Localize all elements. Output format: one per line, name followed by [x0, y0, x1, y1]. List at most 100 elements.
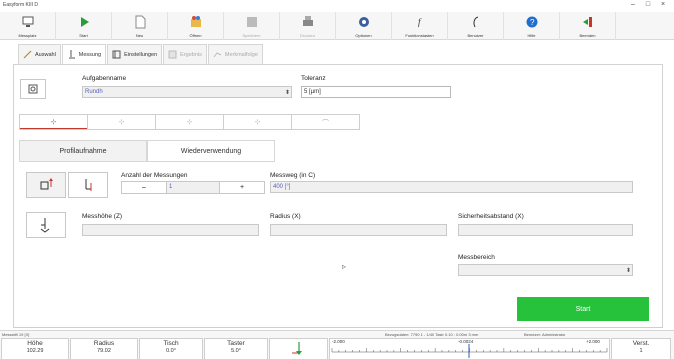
toolbar-label: Benutzer	[467, 33, 484, 38]
toolbar-user-button[interactable]: Benutzer	[448, 12, 504, 40]
radius-label: Radius (X)	[270, 213, 301, 220]
toolbar-label: Hilfe	[527, 33, 536, 38]
measuring-path-field[interactable]: 400 [°]	[270, 181, 633, 193]
status-probe-text: Messstift 19 [X]	[2, 332, 30, 337]
measurement-count-stepper: – 1 +	[121, 181, 265, 194]
task-name-label: Aufgabenname	[82, 75, 127, 82]
toolbar-exit-button[interactable]: Beenden	[560, 12, 616, 40]
toolbar-new-button[interactable]: Neu	[112, 12, 168, 40]
tab-ergebnis[interactable]: Ergebnis	[163, 44, 207, 64]
tab-label: Merkmalfolge	[224, 51, 258, 58]
start-button[interactable]: Start	[517, 297, 649, 321]
monitor-icon	[22, 16, 33, 27]
measuring-range-label: Messbereich	[458, 254, 495, 261]
gain-label: Verst.	[632, 340, 650, 347]
toolbar-messplatz-button[interactable]: Messplatz	[0, 12, 56, 40]
tab-messung[interactable]: Messung	[61, 44, 107, 64]
print-icon	[302, 16, 313, 26]
tab-einstellungen[interactable]: Einstellungen	[107, 44, 163, 64]
measuring-path-label: Messweg (in C)	[270, 172, 316, 179]
save-icon	[246, 17, 257, 27]
task-select-button[interactable]	[20, 79, 46, 99]
result-icon	[168, 50, 177, 59]
probe-icon	[68, 50, 75, 59]
tab-label: Einstellungen	[124, 51, 158, 58]
task-dropdown-icon[interactable]: ⬍	[285, 89, 290, 96]
mode-tab-3[interactable]: ⊹	[155, 114, 224, 130]
measuring-height-label: Messhöhe (Z)	[82, 213, 123, 220]
readout-height: Höhe 102.29	[1, 338, 69, 359]
target-icon	[28, 84, 38, 94]
measurement-count-label: Anzahl der Messungen	[121, 172, 188, 179]
tolerance-field[interactable]: 5 [µm]	[301, 86, 451, 98]
mode-tab-5[interactable]: ⌒	[291, 114, 360, 130]
mode-tab-4[interactable]: ⊹	[223, 114, 292, 130]
toolbar-label: Speichern	[242, 33, 261, 38]
tab-label: Auswahl	[35, 51, 56, 58]
main-toolbar: Messplatz Start Neu Öffnen Speichern Dru…	[0, 12, 674, 40]
toolbar-options-button[interactable]: Optionen	[336, 12, 392, 40]
mode-tab-2[interactable]: ⊹	[87, 114, 156, 130]
window-title: Easyform KIII D	[3, 2, 39, 8]
tab-merkmalfolge[interactable]: Merkmalfolge	[207, 44, 263, 64]
measurement-count-value[interactable]: 1	[167, 181, 219, 194]
readout-label: Höhe	[27, 340, 43, 347]
task-name-field[interactable]: Rundh	[82, 86, 292, 98]
main-tabs: Auswahl Messung Einstellungen Ergebnis M…	[18, 44, 264, 64]
profile-sub-tabs: Profilaufnahme Wiederverwendung	[19, 140, 275, 162]
mode-3-icon: ⊹	[186, 119, 193, 126]
readout-value: 5.0°	[231, 348, 241, 354]
toolbar-label: Öffnen	[189, 33, 202, 38]
probe-direction-button-2[interactable]	[68, 172, 108, 198]
measuring-range-select[interactable]	[458, 264, 633, 276]
tab-auswahl[interactable]: Auswahl	[18, 44, 61, 64]
tab-label: Ergebnis	[180, 51, 202, 58]
toolbar-label: Drucken	[300, 33, 315, 38]
pen-icon	[23, 50, 32, 59]
safety-distance-field[interactable]	[458, 224, 633, 236]
toolbar-label: Beenden	[579, 33, 596, 38]
measurement-mode-tabs: ⊹ ⊹ ⊹ ⊹ ⌒	[19, 114, 360, 130]
probe-position-button[interactable]	[26, 212, 66, 238]
mode-1-icon: ⊹	[50, 119, 57, 126]
toolbar-label: Messplatz	[18, 33, 37, 38]
readout-label: Tisch	[163, 340, 179, 347]
toolbar-label: Optionen	[355, 33, 372, 38]
probe-status-indicator	[269, 338, 328, 359]
maximize-icon[interactable]: □	[643, 1, 653, 8]
gain-readout: Verst. 1	[611, 338, 671, 359]
help-icon: ?	[526, 16, 537, 28]
toolbar-save-button[interactable]: Speichern	[224, 12, 280, 40]
toolbar-help-button[interactable]: ? Hilfe	[504, 12, 560, 40]
gain-value: 1	[639, 348, 643, 354]
radius-field[interactable]	[270, 224, 447, 236]
svg-text:?: ?	[530, 18, 535, 27]
toolbar-function-keys-button[interactable]: f Funktionstasten	[392, 12, 448, 40]
toolbar-print-button[interactable]: Drucken	[280, 12, 336, 40]
decrement-button[interactable]: –	[121, 181, 167, 194]
toolbar-start-button[interactable]: Start	[56, 12, 112, 40]
range-dropdown-icon[interactable]: ⬍	[626, 267, 631, 274]
user-icon	[473, 16, 478, 28]
title-bar: Easyform KIII D – □ ×	[0, 0, 674, 12]
toolbar-label: Funktionstasten	[405, 33, 434, 38]
scale-ticks	[331, 344, 608, 358]
measuring-height-field[interactable]	[82, 224, 259, 236]
close-icon[interactable]: ×	[658, 1, 668, 8]
probe-direction-button-1[interactable]	[26, 172, 66, 198]
minimize-icon[interactable]: –	[628, 1, 638, 8]
tab-wiederverwendung[interactable]: Wiederverwendung	[147, 140, 275, 162]
toolbar-open-button[interactable]: Öffnen	[168, 12, 224, 40]
tab-profilaufnahme[interactable]: Profilaufnahme	[19, 140, 147, 162]
mode-tab-1[interactable]: ⊹	[19, 114, 88, 130]
deviation-scale: -2.000 -0.0024 +2.000	[329, 338, 610, 359]
mode-5-icon: ⌒	[322, 120, 329, 127]
play-icon	[80, 17, 89, 27]
readout-radius: Radius 79.02	[70, 338, 138, 359]
probe-down-icon	[85, 179, 92, 191]
readout-label: Radius	[93, 340, 115, 347]
increment-button[interactable]: +	[219, 181, 265, 194]
status-bar: Messstift 19 [X] Bezugsdaten: 7790 1 - 1…	[0, 330, 674, 359]
readout-value: 102.29	[26, 348, 44, 354]
toolbar-label: Start	[79, 33, 88, 38]
